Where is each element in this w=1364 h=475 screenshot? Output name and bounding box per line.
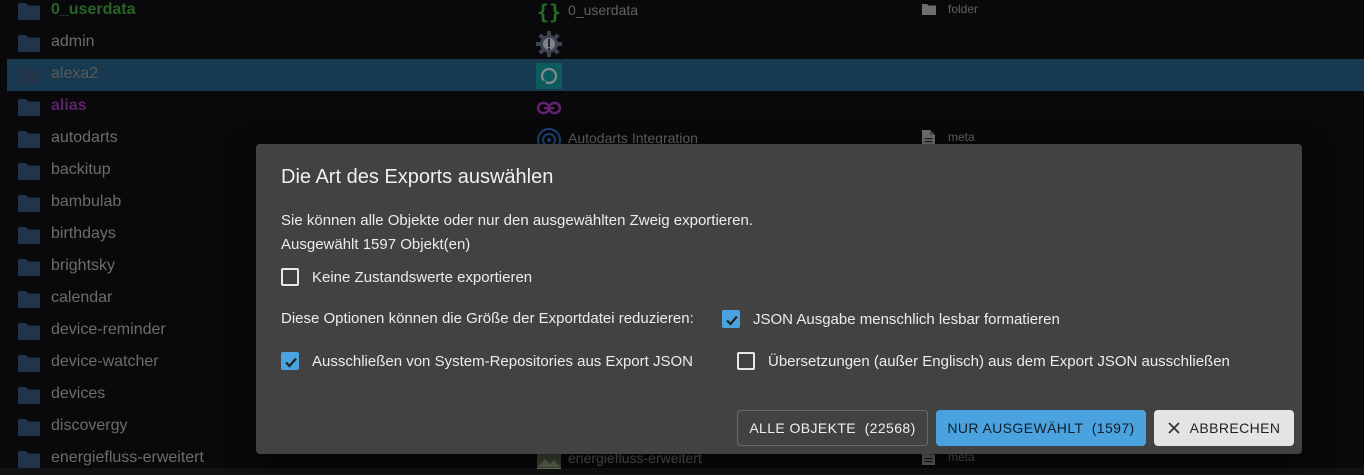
export-selected-button[interactable]: NUR AUSGEWÄHLT (1597) (936, 410, 1146, 446)
checkbox-box[interactable] (281, 352, 299, 370)
json-readable-label: JSON Ausgabe menschlich lesbar formatier… (753, 310, 1060, 328)
export-all-label: ALLE OBJEKTE (22568) (749, 420, 916, 436)
json-readable-checkbox[interactable]: JSON Ausgabe menschlich lesbar formatier… (722, 310, 1060, 328)
dialog-description: Sie können alle Objekte oder nur den aus… (281, 212, 753, 229)
checkbox-box[interactable] (737, 352, 755, 370)
checkbox-box[interactable] (281, 268, 299, 286)
export-selected-label: NUR AUSGEWÄHLT (1597) (947, 420, 1135, 436)
exclude-translations-checkbox[interactable]: Übersetzungen (außer Englisch) aus dem E… (737, 352, 1230, 370)
checkbox-box[interactable] (722, 310, 740, 328)
cancel-label: ABBRECHEN (1189, 420, 1281, 436)
export-dialog: Die Art des Exports auswählen Sie können… (256, 144, 1302, 454)
exclude-system-repos-checkbox[interactable]: Ausschließen von System-Repositories aus… (281, 352, 693, 370)
selected-count-text: Ausgewählt 1597 Objekt(en) (281, 236, 471, 253)
no-state-values-label: Keine Zustandswerte exportieren (312, 268, 533, 286)
exclude-system-repos-label: Ausschließen von System-Repositories aus… (312, 352, 693, 370)
cancel-button[interactable]: ABBRECHEN (1154, 410, 1294, 446)
export-all-button[interactable]: ALLE OBJEKTE (22568) (737, 410, 928, 446)
no-state-values-checkbox[interactable]: Keine Zustandswerte exportieren (281, 268, 532, 286)
dialog-title: Die Art des Exports auswählen (281, 166, 554, 188)
close-icon (1167, 422, 1180, 434)
options-label: Diese Optionen können die Größe der Expo… (281, 310, 694, 327)
exclude-translations-label: Übersetzungen (außer Englisch) aus dem E… (768, 352, 1230, 370)
